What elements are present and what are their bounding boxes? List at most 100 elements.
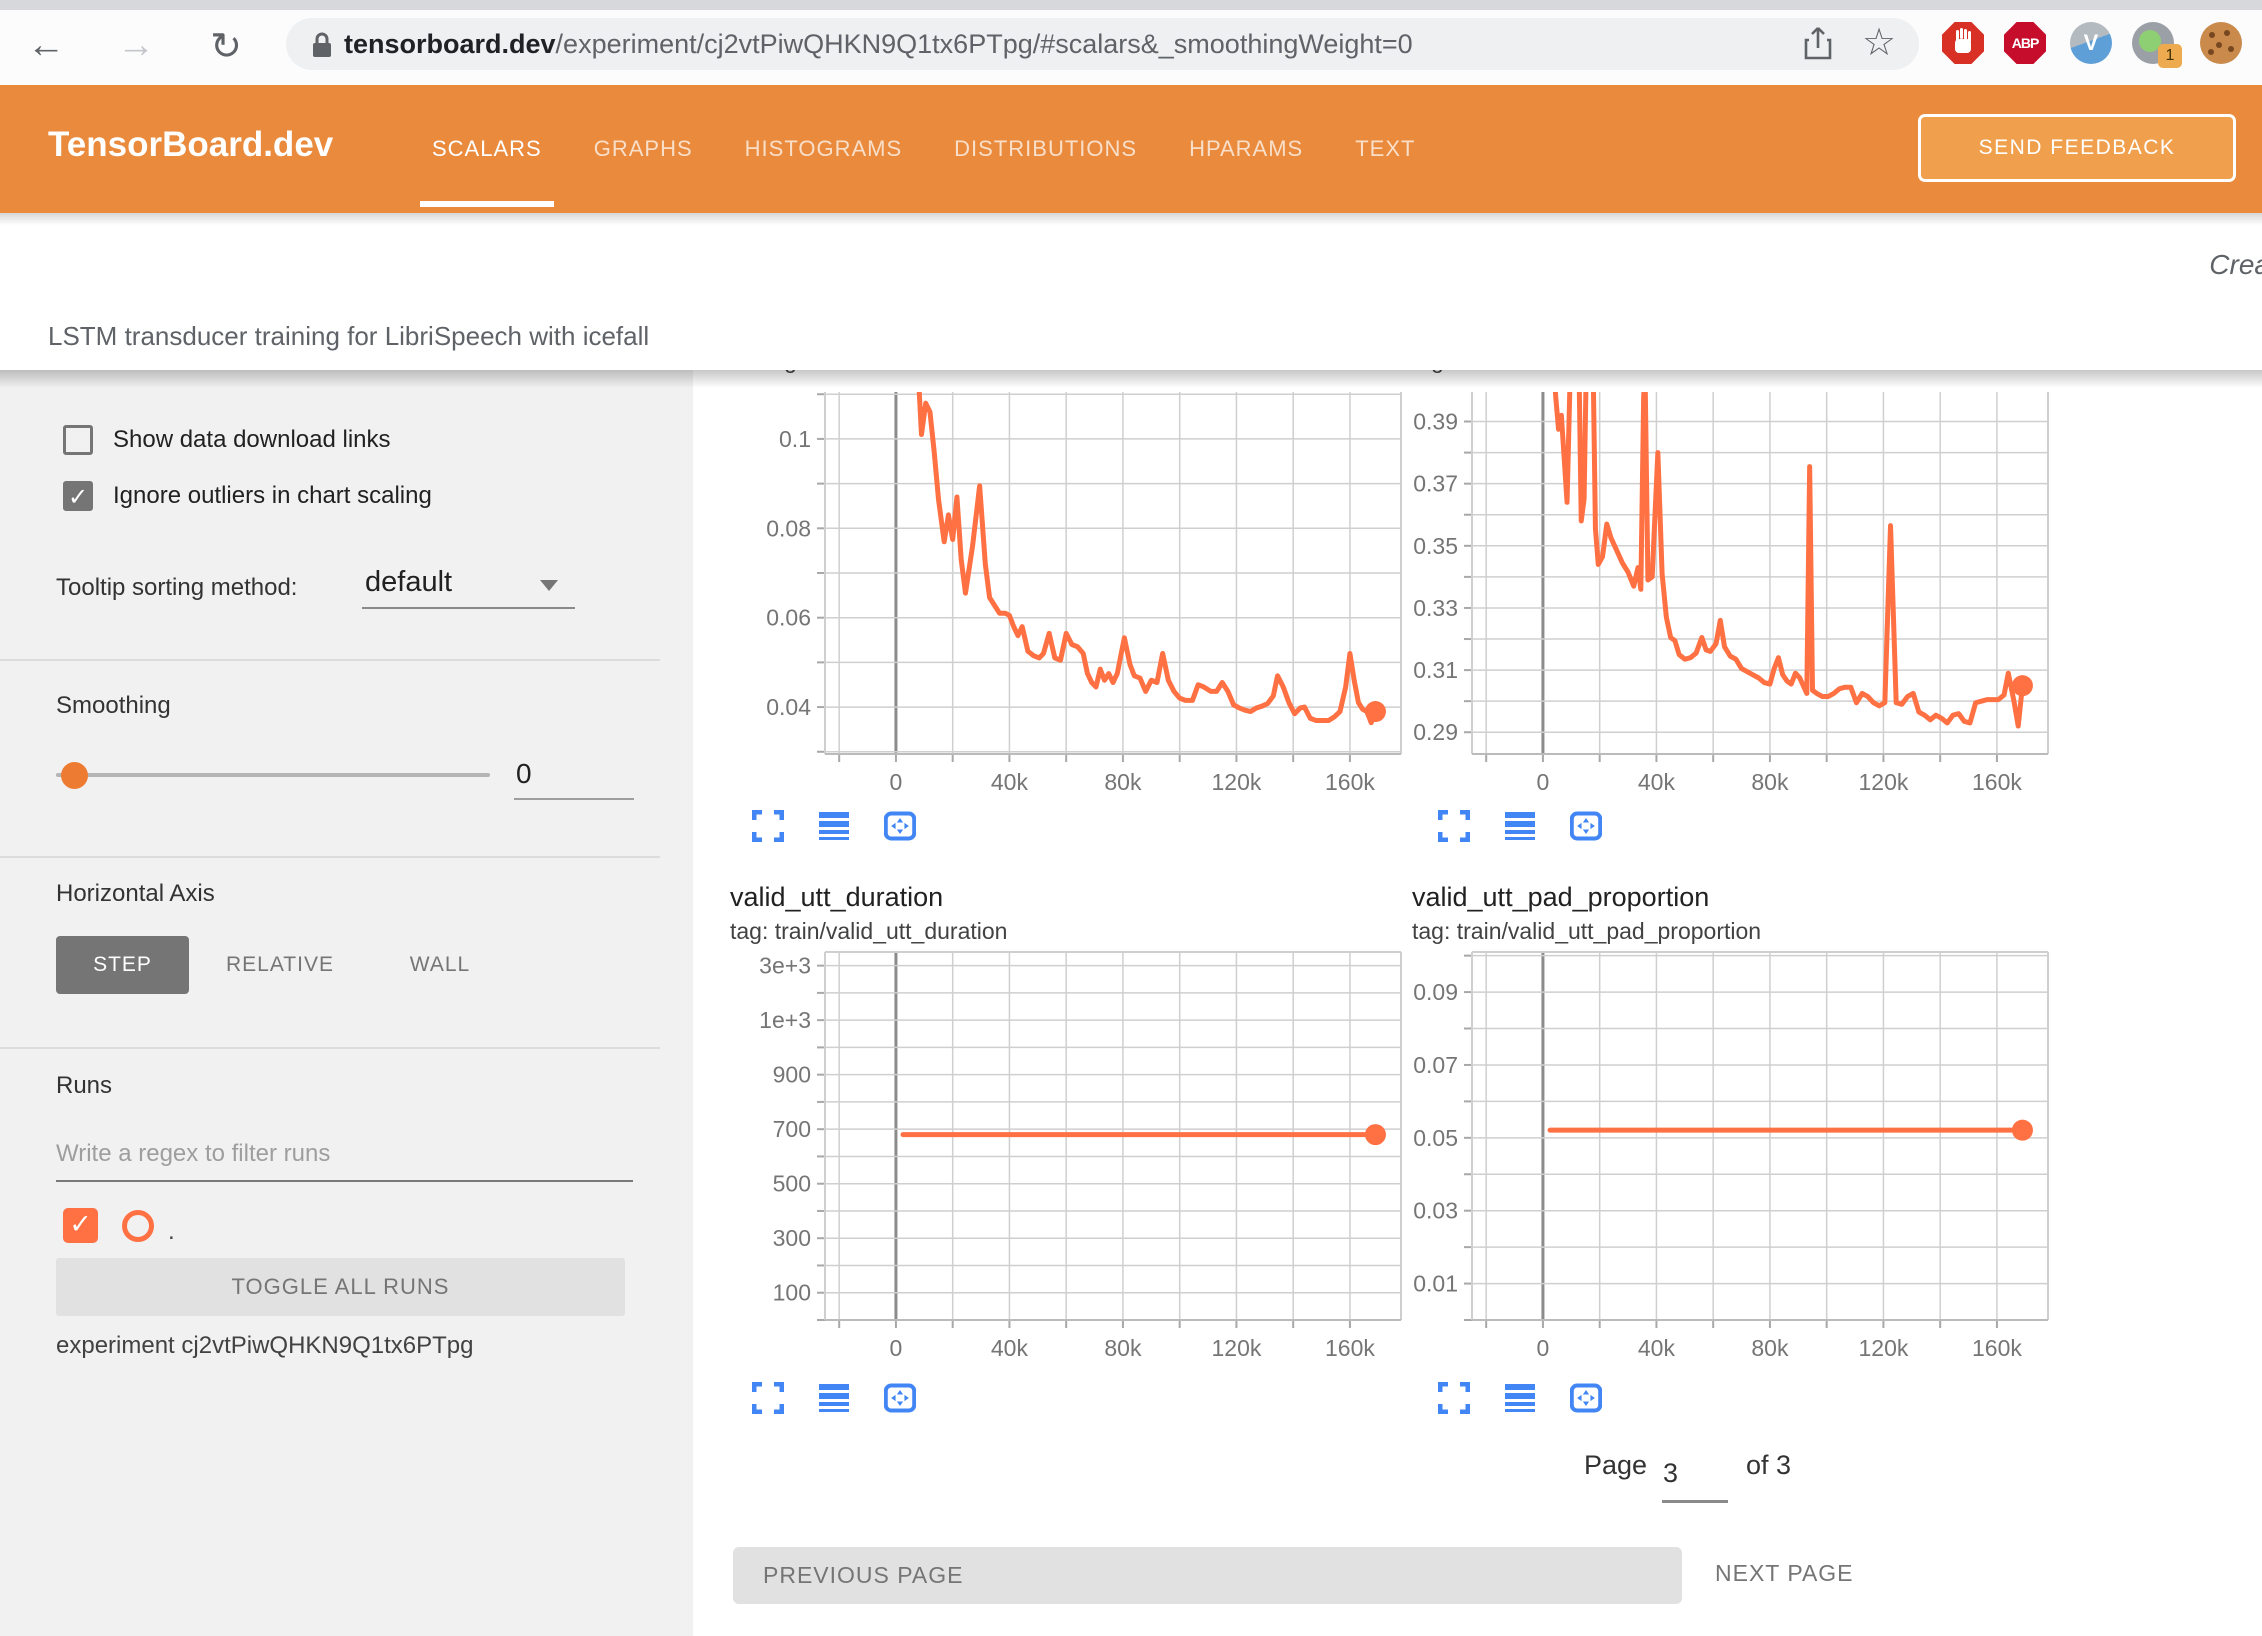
smoothing-value[interactable]: 0 <box>516 758 532 790</box>
browser-toolbar: ← → ↻ ⌂ tensorboard.dev/experiment/cj2vt… <box>0 10 2262 85</box>
chart-train-metric-1: 040k80k120k160k0.040.060.080.1 <box>757 388 1407 800</box>
svg-text:0.37: 0.37 <box>1413 471 1458 497</box>
chevron-down-icon[interactable] <box>540 580 558 591</box>
svg-text:80k: 80k <box>1751 769 1789 795</box>
svg-text:0.03: 0.03 <box>1413 1198 1458 1224</box>
tab-scalars[interactable]: SCALARS <box>432 85 542 213</box>
fullscreen-icon[interactable] <box>1438 810 1470 842</box>
svg-text:0.06: 0.06 <box>766 605 811 631</box>
extension-icon-gray[interactable]: 1 <box>2132 22 2174 64</box>
tab-text[interactable]: TEXT <box>1355 85 1415 213</box>
svg-text:40k: 40k <box>991 1335 1029 1361</box>
horizontal-lines-icon[interactable] <box>818 810 850 842</box>
smoothing-value-underline <box>514 798 634 800</box>
vimium-extension-icon[interactable]: V <box>2070 22 2112 64</box>
chart-train-metric-2: 040k80k120k160k0.290.310.330.350.370.39 <box>1404 388 2054 800</box>
adblock-extension-icon[interactable] <box>1942 22 1984 64</box>
svg-text:80k: 80k <box>1104 769 1142 795</box>
bookmark-star-icon[interactable]: ☆ <box>1862 20 1896 65</box>
fullscreen-icon[interactable] <box>752 810 784 842</box>
svg-text:0.01: 0.01 <box>1413 1271 1458 1297</box>
svg-text:0.05: 0.05 <box>1413 1125 1458 1151</box>
chart-valid-utt-pad-proportion: 040k80k120k160k0.010.030.050.070.09 <box>1404 948 2054 1366</box>
tab-histograms[interactable]: HISTOGRAMS <box>745 85 903 213</box>
fullscreen-icon[interactable] <box>1438 1382 1470 1414</box>
previous-page-button[interactable]: PREVIOUS PAGE <box>733 1547 1682 1604</box>
svg-text:160k: 160k <box>1972 1335 2022 1361</box>
divider <box>0 659 660 661</box>
svg-text:80k: 80k <box>1104 1335 1142 1361</box>
page-label: Page <box>1584 1450 1647 1481</box>
svg-text:120k: 120k <box>1211 1335 1261 1361</box>
chart-actions <box>752 1382 916 1414</box>
share-icon[interactable] <box>1803 26 1833 62</box>
tab-distributions[interactable]: DISTRIBUTIONS <box>954 85 1137 213</box>
address-bar[interactable]: tensorboard.dev/experiment/cj2vtPiwQHKN9… <box>286 18 1919 70</box>
abp-extension-icon[interactable]: ABP <box>2004 22 2046 64</box>
svg-text:120k: 120k <box>1211 769 1261 795</box>
svg-text:0: 0 <box>890 1335 903 1361</box>
next-page-button[interactable]: NEXT PAGE <box>1715 1560 1854 1587</box>
runs-label: Runs <box>56 1072 112 1100</box>
back-icon[interactable]: ← <box>22 24 70 67</box>
run-checkbox[interactable]: ✓ <box>63 1208 98 1243</box>
fit-domain-icon[interactable] <box>1570 1382 1602 1414</box>
svg-text:900: 900 <box>773 1062 811 1088</box>
divider <box>0 1047 660 1049</box>
fit-domain-icon[interactable] <box>884 810 916 842</box>
show-download-links-label: Show data download links <box>113 426 391 454</box>
svg-text:40k: 40k <box>1638 1335 1676 1361</box>
fullscreen-icon[interactable] <box>752 1382 784 1414</box>
divider <box>0 856 660 858</box>
smoothing-slider-thumb[interactable] <box>61 762 88 789</box>
svg-text:160k: 160k <box>1972 769 2022 795</box>
forward-icon[interactable]: → <box>112 24 160 67</box>
experiment-band: Crea LSTM transducer training for LibriS… <box>0 213 2262 370</box>
tooltip-sorting-label: Tooltip sorting method: <box>56 574 297 602</box>
url-host: tensorboard.dev <box>344 29 556 59</box>
horizontal-lines-icon[interactable] <box>1504 1382 1536 1414</box>
svg-text:0.08: 0.08 <box>766 515 811 541</box>
band-shadow <box>0 370 2262 388</box>
header-shadow <box>0 213 2262 225</box>
page-input[interactable]: 3 <box>1663 1458 1678 1489</box>
horizontal-lines-icon[interactable] <box>818 1382 850 1414</box>
axis-step-button[interactable]: STEP <box>56 936 189 994</box>
chart-actions <box>1438 1382 1602 1414</box>
show-download-links-checkbox[interactable]: Show data download links <box>63 425 391 455</box>
toggle-all-runs-button[interactable]: TOGGLE ALL RUNS <box>56 1258 625 1316</box>
tab-graphs[interactable]: GRAPHS <box>594 85 693 213</box>
app-brand: TensorBoard.dev <box>48 125 333 165</box>
checkbox-unchecked[interactable] <box>63 425 93 455</box>
horizontal-lines-icon[interactable] <box>1504 810 1536 842</box>
svg-text:40k: 40k <box>991 769 1029 795</box>
ignore-outliers-label: Ignore outliers in chart scaling <box>113 482 432 510</box>
svg-text:0.35: 0.35 <box>1413 533 1458 559</box>
svg-text:0.31: 0.31 <box>1413 657 1458 683</box>
ignore-outliers-checkbox[interactable]: ✓ Ignore outliers in chart scaling <box>63 481 432 511</box>
svg-text:1.3e+3: 1.3e+3 <box>757 953 811 979</box>
tab-hparams[interactable]: HPARAMS <box>1189 85 1303 213</box>
svg-text:0.04: 0.04 <box>766 694 811 720</box>
run-color-swatch[interactable] <box>122 1210 154 1242</box>
smoothing-slider[interactable] <box>56 773 490 777</box>
runs-filter-input[interactable]: Write a regex to filter runs <box>56 1140 330 1168</box>
send-feedback-button[interactable]: SEND FEEDBACK <box>1918 114 2236 182</box>
reload-icon[interactable]: ↻ <box>202 24 250 69</box>
checkbox-checked[interactable]: ✓ <box>63 481 93 511</box>
cookie-icon[interactable] <box>2200 22 2242 64</box>
axis-relative-button[interactable]: RELATIVE <box>222 936 338 994</box>
runs-filter-underline <box>56 1180 633 1182</box>
svg-text:80k: 80k <box>1751 1335 1789 1361</box>
fit-domain-icon[interactable] <box>884 1382 916 1414</box>
svg-text:0.29: 0.29 <box>1413 719 1458 745</box>
svg-text:0: 0 <box>1537 769 1550 795</box>
svg-text:0.39: 0.39 <box>1413 409 1458 435</box>
select-underline <box>362 607 575 609</box>
tooltip-sorting-select[interactable]: default <box>365 566 452 599</box>
smoothing-label: Smoothing <box>56 692 171 720</box>
fit-domain-icon[interactable] <box>1570 810 1602 842</box>
axis-wall-button[interactable]: WALL <box>400 936 480 994</box>
chart-title-valid-utt-pad-proportion: valid_utt_pad_proportion <box>1412 882 1709 913</box>
url-text: tensorboard.dev/experiment/cj2vtPiwQHKN9… <box>344 29 1413 60</box>
